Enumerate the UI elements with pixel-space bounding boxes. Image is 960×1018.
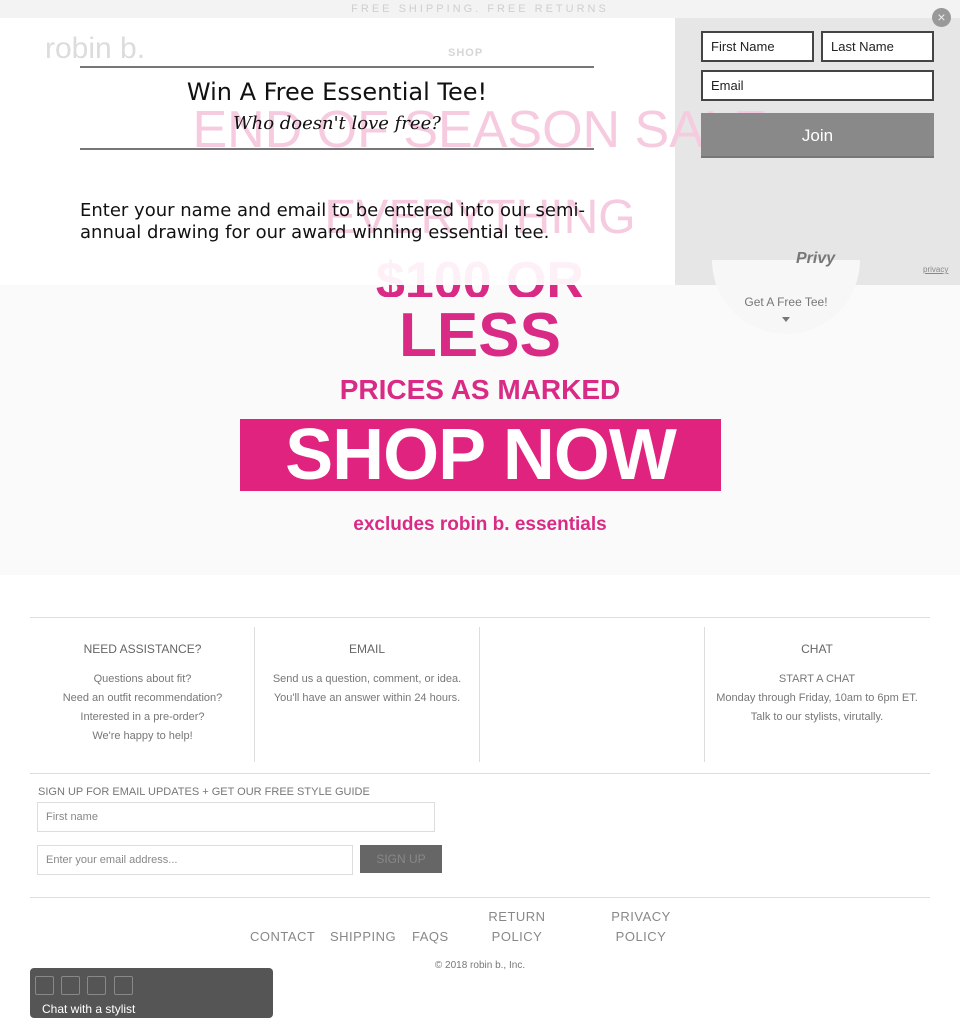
contact-link[interactable]: CONTACT [250,927,315,947]
promo-text: FREE SHIPPING. FREE RETURNS [351,3,609,15]
chat-control-icon[interactable] [61,976,80,995]
first-name-input[interactable]: First Name [701,31,814,62]
popup-body: Enter your name and email to be entered … [80,200,586,243]
chat-column[interactable]: CHAT START A CHAT Monday through Friday,… [704,627,929,762]
link-text: RETURN [488,909,546,924]
column-line: Talk to our stylists, virutally. [750,711,884,723]
return-policy-link[interactable]: RETURN POLICY [487,907,547,947]
free-tab-label: Get A Free Tee! [744,295,828,309]
chat-control-icon[interactable] [87,976,106,995]
close-icon[interactable]: × [932,8,951,27]
column-line: Need an outfit recommendation? [62,692,223,704]
empty-column [479,627,704,762]
signup-label: SIGN UP FOR EMAIL UPDATES + GET OUR FREE… [38,786,370,798]
link-text: POLICY [491,929,543,944]
caret-down-icon [782,317,790,322]
signup-first-name-input[interactable]: First name [37,802,435,832]
shop-now-button[interactable]: SHOP NOW [240,419,721,491]
chat-control-icon[interactable] [114,976,133,995]
divider [30,617,930,618]
last-name-input[interactable]: Last Name [821,31,934,62]
assistance-column: NEED ASSISTANCE? Questions about fit? Ne… [30,627,255,762]
column-line: Send us a question, comment, or idea. [272,673,462,685]
signup-button[interactable]: SIGN UP [360,845,442,873]
email-input[interactable]: Email [701,70,934,101]
column-line: Interested in a pre-order? [80,711,205,723]
privacy-link[interactable]: privacy [923,265,948,274]
shipping-link[interactable]: SHIPPING [330,927,396,947]
privy-logo[interactable]: Privy [796,250,835,268]
popup-subtitle: Who doesn't love free? [233,113,441,134]
divider [80,66,594,68]
privacy-policy-link[interactable]: PRIVACY POLICY [611,907,671,947]
faqs-link[interactable]: FAQS [412,927,449,947]
join-button[interactable]: Join [701,113,934,158]
column-line: Monday through Friday, 10am to 6pm ET. [716,692,918,704]
column-line: We're happy to help! [92,730,193,742]
column-title: EMAIL [348,642,385,656]
column-line: You'll have an answer within 24 hours. [273,692,461,704]
chat-label: Chat with a stylist [42,1002,136,1016]
divider [80,148,594,150]
column-line: Questions about fit? [93,673,192,685]
logo[interactable]: robin b. [45,32,145,66]
email-column[interactable]: EMAIL Send us a question, comment, or id… [254,627,479,762]
divider [30,897,930,898]
chat-control-icon[interactable] [35,976,54,995]
banner-prices: PRICES AS MARKED [339,374,621,405]
start-chat-link[interactable]: START A CHAT [705,670,929,689]
column-title: CHAT [801,642,833,656]
link-text: POLICY [615,929,667,944]
link-text: PRIVACY [611,909,671,924]
promo-bar: FREE SHIPPING. FREE RETURNS [0,0,960,18]
banner-note: excludes robin b. essentials [353,514,607,535]
divider [30,773,930,774]
signup-email-input[interactable]: Enter your email address... [37,845,353,875]
column-title: NEED ASSISTANCE? [83,642,202,656]
nav-shop[interactable]: SHOP [448,47,483,59]
popup-title: Win A Free Essential Tee! [186,78,488,106]
chat-widget[interactable]: Chat with a stylist [30,968,273,1018]
